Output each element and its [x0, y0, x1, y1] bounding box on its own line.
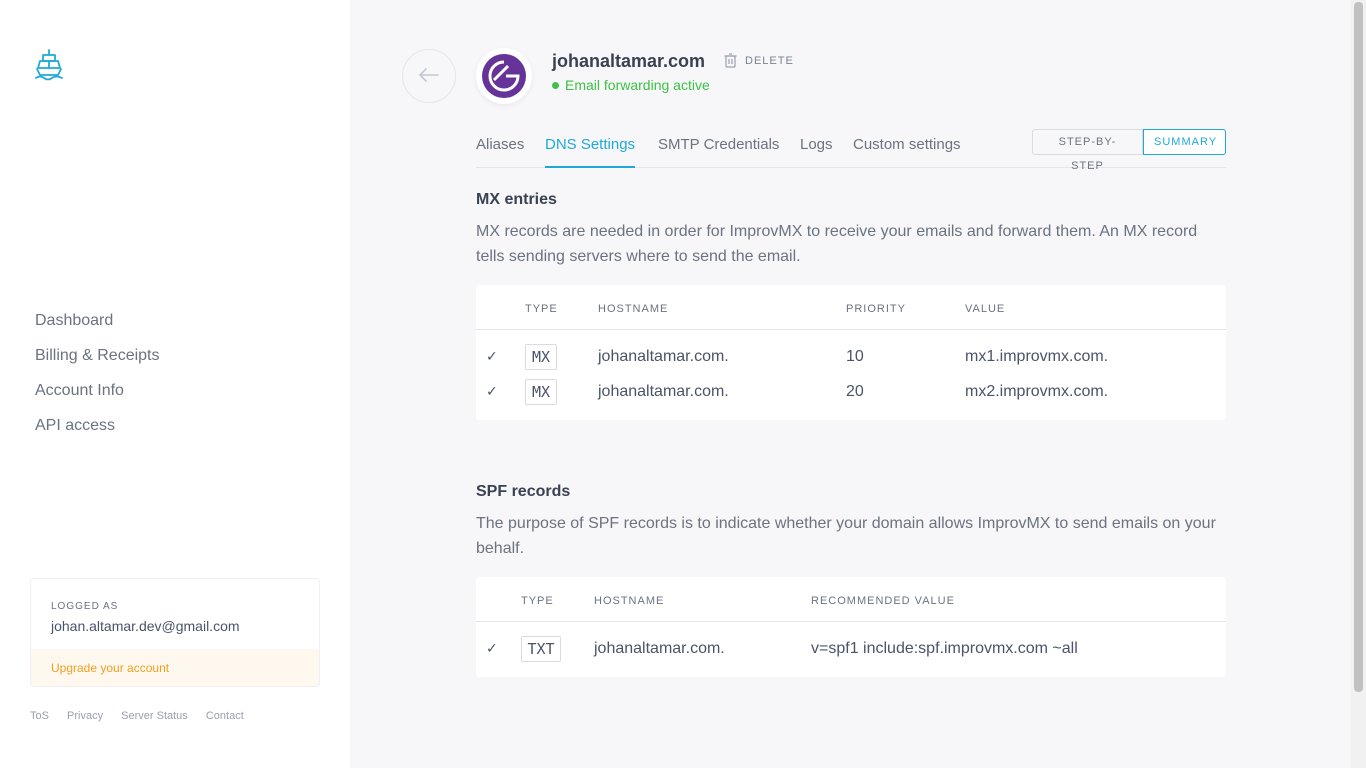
delete-domain-button[interactable]: DELETE: [724, 53, 794, 68]
upgrade-account-link[interactable]: Upgrade your account: [31, 649, 319, 686]
spf-header-hostname: HOSTNAME: [594, 595, 665, 607]
arrow-left-icon: [419, 65, 439, 88]
footer-privacy-link[interactable]: Privacy: [67, 710, 103, 722]
mx-header-value: VALUE: [965, 303, 1006, 315]
domain-avatar: [476, 48, 532, 104]
step-by-step-button[interactable]: STEP-BY-STEP: [1032, 129, 1143, 172]
ship-logo-icon[interactable]: [34, 48, 64, 82]
trash-icon: [724, 53, 737, 68]
spf-section-title: SPF records: [476, 483, 571, 500]
mx-header-type: TYPE: [525, 303, 558, 315]
mx-header-divider: [476, 329, 1226, 330]
spf-header-recommended-value: RECOMMENDED VALUE: [811, 595, 955, 607]
delete-label: DELETE: [745, 54, 794, 67]
mx-section-title: MX entries: [476, 191, 557, 208]
account-card: LOGGED AS johan.altamar.dev@gmail.com Up…: [30, 578, 320, 687]
back-button[interactable]: [402, 49, 456, 103]
gatsby-logo-icon: [482, 54, 526, 98]
type-badge: MX: [525, 344, 557, 370]
mx-header-hostname: HOSTNAME: [598, 303, 669, 315]
check-icon: ✓: [486, 640, 498, 656]
footer-contact-link[interactable]: Contact: [206, 710, 244, 722]
account-email: johan.altamar.dev@gmail.com: [51, 618, 240, 634]
footer-tos-link[interactable]: ToS: [30, 710, 49, 722]
value-cell[interactable]: mx1.improvmx.com.: [965, 348, 1108, 366]
nav-api-access[interactable]: API access: [35, 415, 160, 450]
hostname-cell[interactable]: johanaltamar.com.: [598, 383, 729, 401]
check-icon: ✓: [486, 383, 498, 399]
scrollbar-thumb[interactable]: [1354, 2, 1363, 692]
check-icon: ✓: [486, 348, 498, 364]
type-badge: TXT: [521, 636, 561, 662]
summary-button[interactable]: SUMMARY: [1143, 129, 1226, 155]
tab-custom-settings[interactable]: Custom settings: [853, 136, 961, 168]
footer-server-status-link[interactable]: Server Status: [121, 710, 188, 722]
value-cell[interactable]: v=spf1 include:spf.improvmx.com ~all: [811, 640, 1078, 658]
hostname-cell[interactable]: johanaltamar.com.: [594, 640, 725, 658]
mx-header-priority: PRIORITY: [846, 303, 906, 315]
domain-title: johanaltamar.com: [552, 51, 706, 71]
footer-links: ToS Privacy Server Status Contact: [30, 710, 259, 722]
status-text: Email forwarding active: [565, 77, 710, 93]
sidebar: Dashboard Billing & Receipts Account Inf…: [0, 0, 350, 768]
nav-billing-receipts[interactable]: Billing & Receipts: [35, 345, 160, 380]
tab-logs[interactable]: Logs: [800, 136, 833, 168]
tab-smtp-credentials[interactable]: SMTP Credentials: [658, 136, 779, 168]
status-dot-icon: [552, 81, 559, 89]
page-scrollbar[interactable]: [1351, 0, 1366, 768]
nav-account-info[interactable]: Account Info: [35, 380, 160, 415]
nav-dashboard[interactable]: Dashboard: [35, 310, 160, 345]
forwarding-status: Email forwarding active: [552, 77, 710, 93]
logged-as-label: LOGGED AS: [51, 601, 119, 612]
spf-table: TYPE HOSTNAME RECOMMENDED VALUE ✓ TXT jo…: [476, 577, 1226, 677]
view-toggle: STEP-BY-STEP SUMMARY: [1032, 129, 1226, 172]
spf-section-description: The purpose of SPF records is to indicat…: [476, 515, 1216, 557]
mx-section-description: MX records are needed in order for Impro…: [476, 223, 1198, 265]
priority-cell: 10: [846, 348, 864, 365]
priority-cell: 20: [846, 383, 864, 400]
spf-header-divider: [476, 621, 1226, 622]
type-badge: MX: [525, 379, 557, 405]
value-cell[interactable]: mx2.improvmx.com.: [965, 383, 1108, 401]
tab-dns-settings[interactable]: DNS Settings: [545, 136, 636, 168]
sidebar-nav: Dashboard Billing & Receipts Account Inf…: [35, 310, 160, 450]
hostname-cell[interactable]: johanaltamar.com.: [598, 348, 729, 366]
tab-aliases[interactable]: Aliases: [476, 136, 524, 168]
spf-header-type: TYPE: [521, 595, 554, 607]
mx-table: TYPE HOSTNAME PRIORITY VALUE ✓ MX johana…: [476, 285, 1226, 420]
